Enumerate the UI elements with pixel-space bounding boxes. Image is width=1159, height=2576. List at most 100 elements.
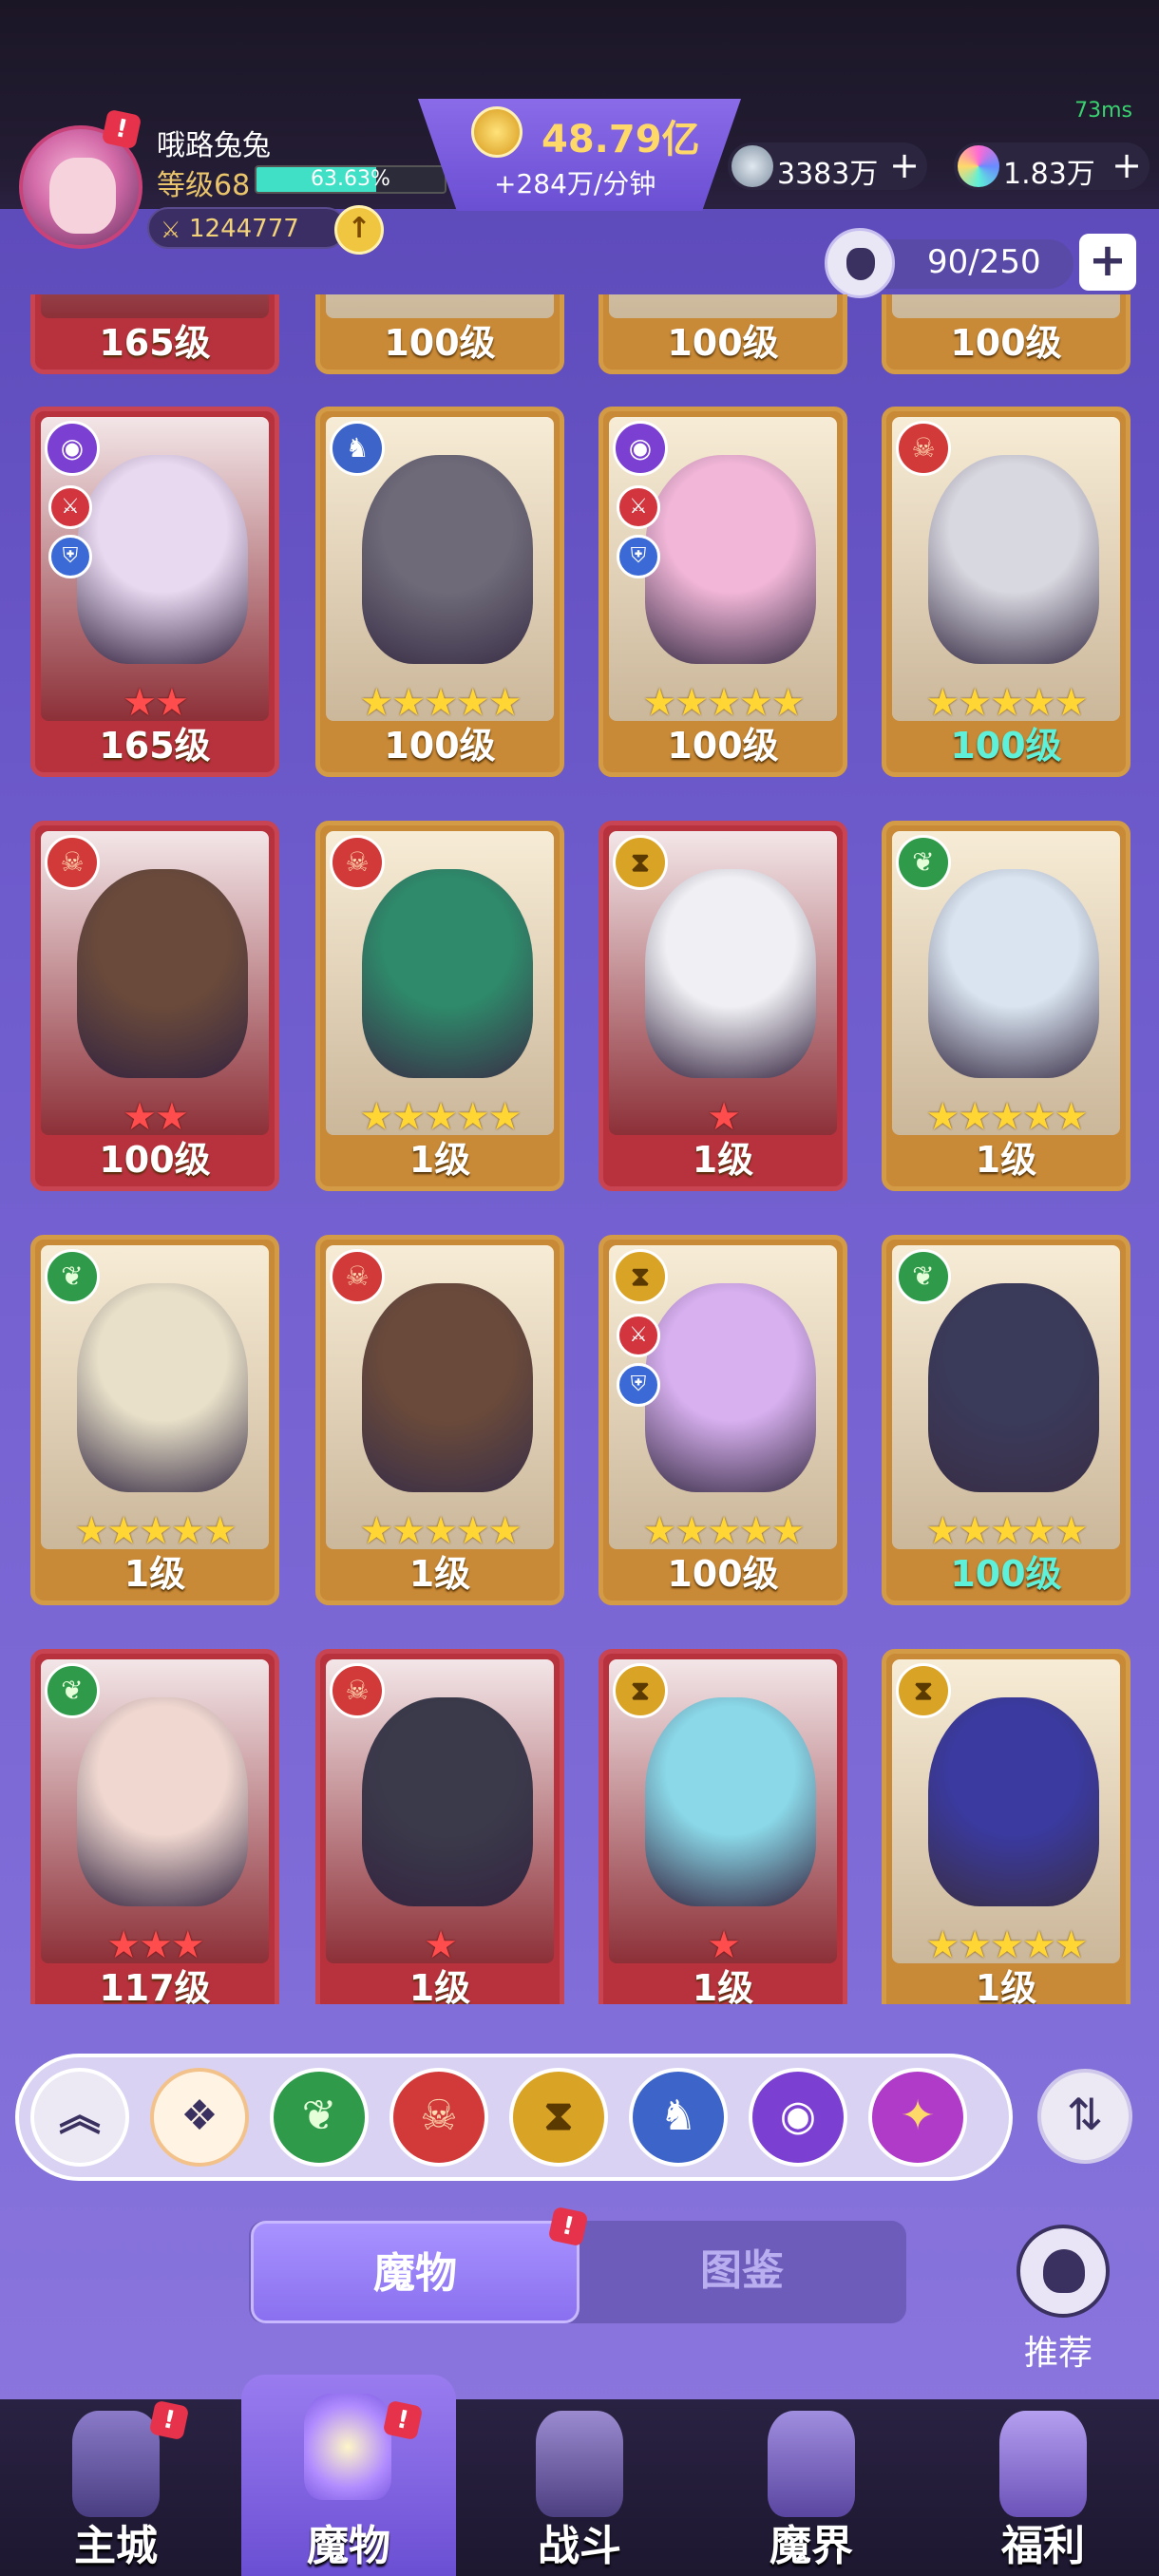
card-level: 100级 xyxy=(99,1139,211,1181)
castle-icon xyxy=(72,2411,160,2517)
demon-mask-icon: ☠ xyxy=(45,835,100,890)
card-level: 100级 xyxy=(950,725,1062,767)
card-level: 100级 xyxy=(384,725,496,767)
nav-battle-label: 战斗 xyxy=(538,2522,621,2570)
demon-mask-icon: ☠ xyxy=(330,1249,385,1304)
monster-portrait xyxy=(928,455,1099,664)
monster-grid: 165级 100级 100级 100级 ◉ ⚔ ⛨ ★★ 165级 ♞ ★★★★★ 100级 ◉ ⚔ ⛨ ★★… xyxy=(0,294,1159,2004)
portal-icon xyxy=(768,2411,855,2517)
hourglass-icon: ⧗ xyxy=(613,1663,668,1718)
attack-role-icon: ⚔ xyxy=(617,1314,660,1357)
power-value: 1244777 xyxy=(189,215,299,243)
card-level: 100级 xyxy=(667,1553,779,1595)
eye-icon: ◉ xyxy=(45,421,100,476)
monster-card[interactable]: ⧗ ★ 1级 xyxy=(598,1649,847,2004)
filter-eye-button[interactable]: ◉ xyxy=(749,2068,847,2167)
filter-leaf-button[interactable]: ❦ xyxy=(270,2068,369,2167)
card-level: 1级 xyxy=(124,1553,186,1595)
card-level: 100级 xyxy=(950,322,1062,364)
player-name: 哦路兔兔 xyxy=(157,129,271,162)
expand-capacity-button[interactable]: + xyxy=(1079,234,1136,291)
add-crystal-button[interactable]: + xyxy=(1112,144,1142,186)
monster-card[interactable]: ❦ ★★★★★ 1级 xyxy=(30,1235,279,1605)
monster-card[interactable]: 165级 xyxy=(30,294,279,374)
upgrade-button[interactable]: ↑ xyxy=(334,205,384,255)
player-level: 等级68 xyxy=(157,169,251,202)
add-gem-button[interactable]: + xyxy=(889,144,920,186)
card-level: 100级 xyxy=(384,322,496,364)
monster-card[interactable]: 100级 xyxy=(882,294,1130,374)
nav-demon-realm[interactable]: 魔界 xyxy=(695,2399,927,2576)
hourglass-icon: ⧗ xyxy=(896,1663,951,1718)
card-level: 117级 xyxy=(99,1967,211,2004)
monster-card[interactable]: ♞ ★★★★★ 100级 xyxy=(315,407,564,777)
monster-portrait xyxy=(77,1283,248,1492)
monster-card[interactable]: ☠ ★★★★★ 100级 xyxy=(882,407,1130,777)
dragon-icon: ♞ xyxy=(330,421,385,476)
monster-card[interactable]: ⧗ ⚔ ⛨ ★★★★★ 100级 xyxy=(598,1235,847,1605)
monster-card[interactable]: ◉ ⚔ ⛨ ★★ 165级 xyxy=(30,407,279,777)
monster-card[interactable]: ❦ ★★★ 117级 xyxy=(30,1649,279,2004)
card-level: 1级 xyxy=(975,1139,1037,1181)
monster-card[interactable]: ◉ ⚔ ⛨ ★★★★★ 100级 xyxy=(598,407,847,777)
power-display: ⚔ 1244777 xyxy=(147,207,347,249)
nav-welfare[interactable]: 福利 xyxy=(927,2399,1159,2576)
leaf-icon: ❦ xyxy=(896,835,951,890)
nav-welfare-label: 福利 xyxy=(1001,2522,1085,2570)
star-sigil-icon: ✦ xyxy=(900,2092,936,2140)
nav-battle[interactable]: 战斗 xyxy=(464,2399,695,2576)
filter-dragon-button[interactable]: ♞ xyxy=(629,2068,728,2167)
filter-fire-button[interactable]: ☠ xyxy=(390,2068,488,2167)
eye-icon: ◉ xyxy=(613,421,668,476)
tab-codex[interactable]: 图鉴 xyxy=(580,2221,904,2323)
monster-card[interactable]: ☠ ★★★★★ 1级 xyxy=(315,1235,564,1605)
monster-card[interactable]: ☠ ★★★★★ 1级 xyxy=(315,821,564,1191)
attack-role-icon: ⚔ xyxy=(48,485,92,529)
defense-role-icon: ⛨ xyxy=(48,535,92,578)
leaf-icon: ❦ xyxy=(301,2092,337,2140)
nav-main-city[interactable]: 主城 xyxy=(0,2399,232,2576)
avatar-alert-badge: ! xyxy=(101,108,142,150)
demon-mask-icon: ☠ xyxy=(330,835,385,890)
monster-card[interactable]: ❦ ★★★★★ 1级 xyxy=(882,821,1130,1191)
diamond-grid-icon: ❖ xyxy=(180,2092,218,2140)
monster-card[interactable]: ⧗ ★ 1级 xyxy=(598,821,847,1191)
card-level: 1级 xyxy=(692,1967,754,2004)
filter-hourglass-button[interactable]: ⧗ xyxy=(509,2068,608,2167)
crystal-amount: 1.83万 xyxy=(1003,158,1095,191)
monster-portrait xyxy=(645,1697,816,1906)
monster-card[interactable]: ☠ ★ 1级 xyxy=(315,1649,564,2004)
monster-card[interactable]: ☠ ★★ 100级 xyxy=(30,821,279,1191)
hourglass-icon: ⧗ xyxy=(613,1249,668,1304)
gem-resource[interactable]: 3383万 + xyxy=(728,142,927,191)
monster-portrait xyxy=(77,455,248,664)
nav-monsters[interactable]: 魔物 xyxy=(241,2375,456,2576)
monster-portrait xyxy=(645,869,816,1078)
filter-all-button[interactable]: ❖ xyxy=(150,2068,249,2167)
monster-portrait xyxy=(362,455,533,664)
filter-star-button[interactable]: ✦ xyxy=(868,2068,967,2167)
monster-card[interactable]: ⧗ ★★★★★ 1级 xyxy=(882,1649,1130,2004)
collapse-filter-button[interactable]: ︽ xyxy=(30,2068,129,2167)
arrow-up-icon: ↑ xyxy=(347,212,371,245)
monster-card[interactable]: 100级 xyxy=(315,294,564,374)
demon-mask-icon: ☠ xyxy=(330,1663,385,1718)
monster-portrait xyxy=(362,1283,533,1492)
monster-portrait xyxy=(928,1697,1099,1906)
tab-monsters[interactable]: 魔物 xyxy=(251,2221,580,2323)
card-level: 1级 xyxy=(975,1967,1037,2004)
defense-role-icon: ⛨ xyxy=(617,1363,660,1407)
recommend-button[interactable] xyxy=(1016,2225,1110,2318)
crystal-icon xyxy=(958,145,999,187)
crystal-resource[interactable]: 1.83万 + xyxy=(954,142,1150,191)
gold-amount: 48.79亿 xyxy=(542,118,700,161)
card-level: 100级 xyxy=(667,322,779,364)
latency-readout: 73ms xyxy=(1074,99,1132,123)
leaf-icon: ❦ xyxy=(45,1663,100,1718)
dragon-icon: ♞ xyxy=(659,2092,697,2140)
avatar-face xyxy=(49,158,116,234)
demon-mask-icon: ☠ xyxy=(420,2092,458,2140)
monster-card[interactable]: ❦ ★★★★★ 100级 xyxy=(882,1235,1130,1605)
sort-button[interactable]: ⇅ xyxy=(1037,2069,1132,2164)
monster-card[interactable]: 100级 xyxy=(598,294,847,374)
